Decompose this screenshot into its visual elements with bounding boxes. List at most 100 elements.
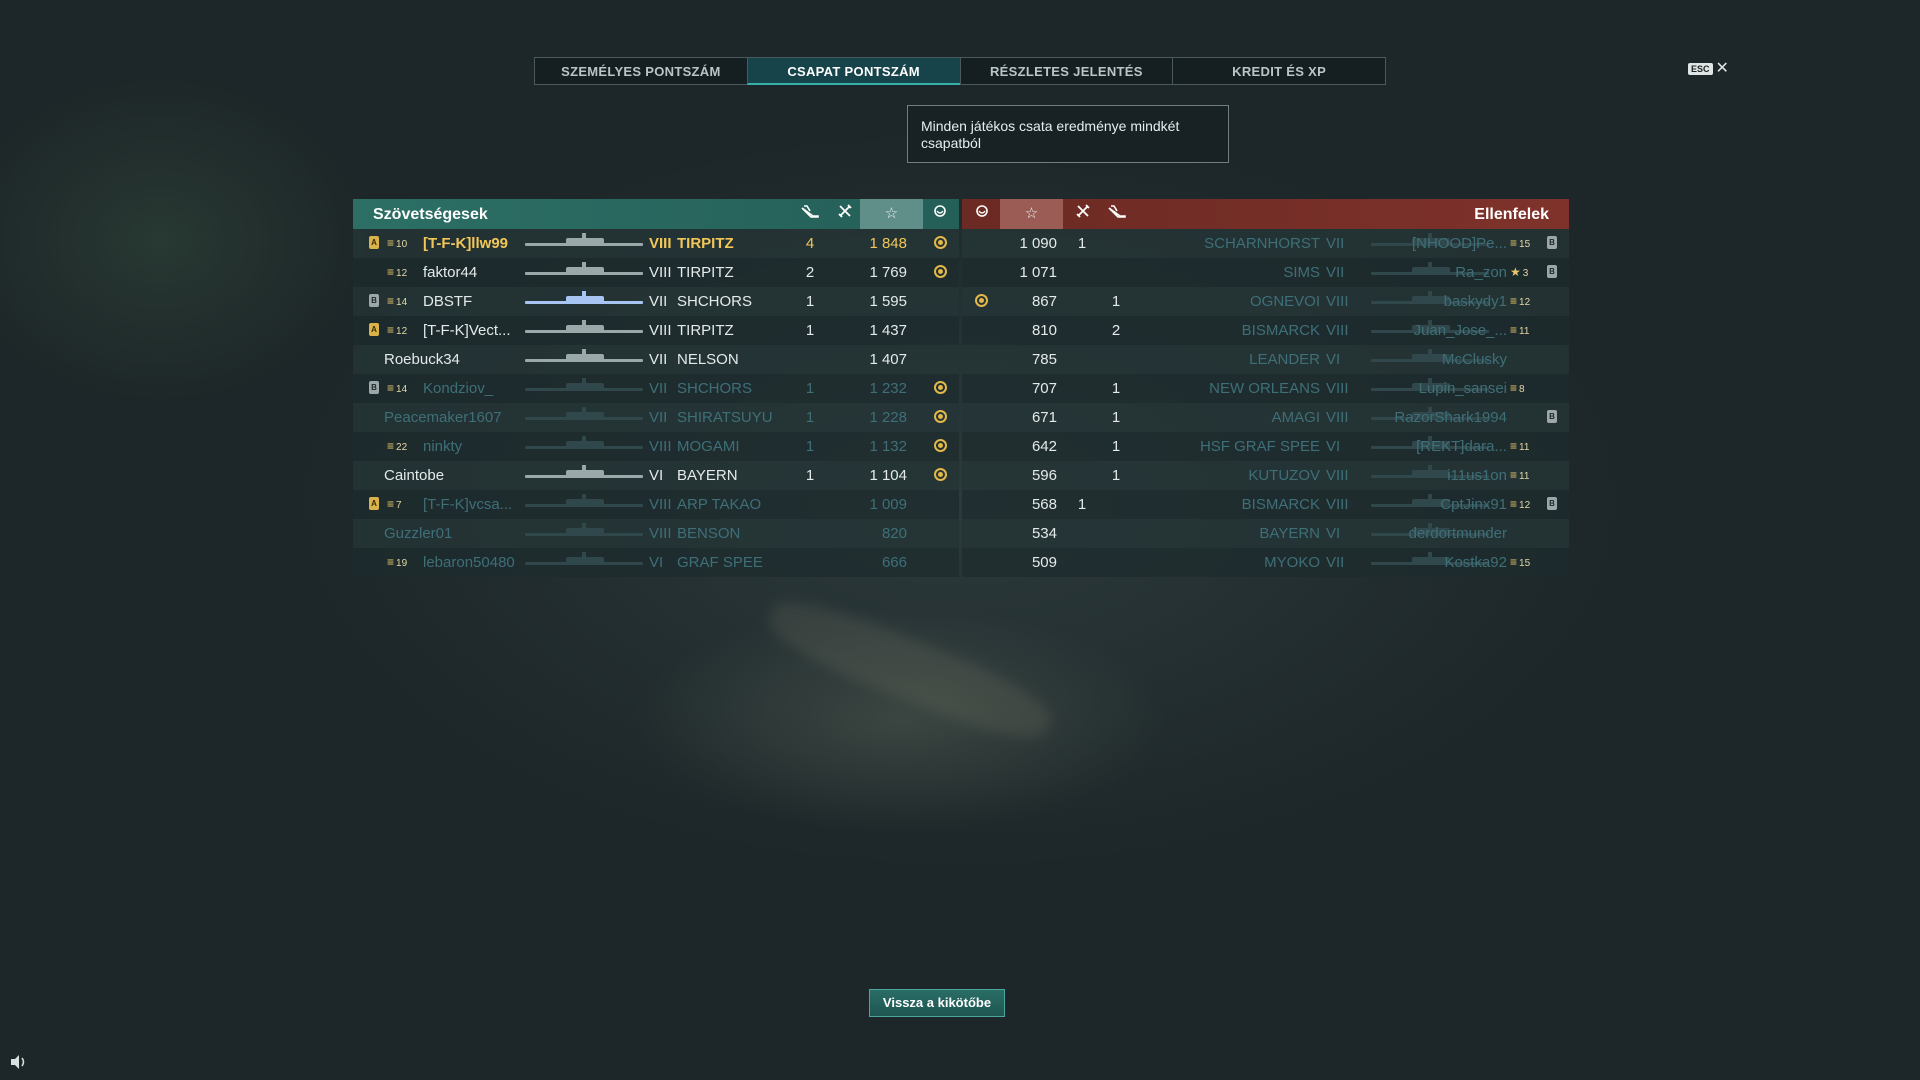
kills-value: 1 [805,293,815,310]
plane-kills-icon[interactable] [795,199,825,229]
player-name[interactable]: derdortmunder [1409,519,1507,548]
planes-value [1072,519,1092,548]
player-name[interactable]: [REKT]dara... [1416,432,1507,461]
achievement-icon[interactable] [975,294,988,307]
player-name[interactable]: i11us1on [1447,461,1507,490]
table-row: A ≡ 12 [T-F-K]Vect... VIII TIRPITZ 1 1 437 810 2 B… [353,316,1569,345]
ship-kills-icon[interactable] [1068,199,1098,229]
player-name[interactable]: lebaron50480 [423,548,515,577]
rank-badge: ★ 3 [1510,258,1528,287]
player-name[interactable]: Ra_zon [1455,258,1507,287]
rank-chevron-icon: ≡ [1510,468,1518,482]
kills-value [800,345,820,374]
player-name[interactable]: Roebuck34 [384,345,460,374]
kills-value: 1 [1111,380,1121,397]
achievement-icon[interactable] [967,199,997,229]
score-value: 1 090 [1019,235,1057,252]
rank-chevron-icon: ≡ [387,555,395,569]
kills-value [1106,490,1126,519]
rank-badge: ≡ 12 [1510,287,1530,316]
player-name[interactable]: Kostka92 [1444,548,1507,577]
player-name[interactable]: RazorShark1994 [1394,403,1507,432]
back-to-port-button[interactable]: Vissza a kikötőbe [869,989,1005,1017]
rank-badge: ≡ 11 [1510,461,1529,490]
tab-team-score[interactable]: CSAPAT PONTSZÁM [746,57,960,85]
player-name[interactable]: Caintobe [384,461,444,490]
player-name[interactable]: ninkty [423,432,462,461]
speaker-icon[interactable] [10,1054,28,1070]
player-name[interactable]: Peacemaker1607 [384,403,502,432]
kills-value: 4 [805,235,815,252]
star-icon[interactable]: ☆ [860,199,923,229]
kills-value: 1 [1111,409,1121,426]
clan-badge-icon: A [369,236,379,249]
ship-tier: VII [649,409,668,426]
ship-tier: VIII [649,496,672,513]
esc-close-button[interactable]: ESC ✕ [1688,61,1729,77]
tab-personal-score[interactable]: SZEMÉLYES PONTSZÁM [534,57,747,85]
player-name[interactable]: Juan_Jose_... [1414,316,1507,345]
star-icon[interactable]: ☆ [1000,199,1063,229]
score-value: 1 848 [869,235,907,252]
ship-silhouette [525,494,643,507]
player-name[interactable]: McClusky [1442,345,1507,374]
player-name[interactable]: [T-F-K]vcsa... [423,490,512,519]
player-name[interactable]: CptJinx91 [1440,490,1507,519]
ship-name: SHCHORS [677,380,753,397]
background-ship [759,585,1061,755]
rank-chevron-icon: ≡ [387,381,395,395]
tab-credits-xp[interactable]: KREDIT ÉS XP [1172,57,1386,85]
planes-value [1072,432,1092,461]
player-name[interactable]: Guzzler01 [384,519,452,548]
player-name[interactable]: Kondziov_ [423,374,493,403]
planes-value [1072,316,1092,345]
achievement-icon[interactable] [925,199,955,229]
rank-badge: ≡ 7 [387,490,402,519]
player-name[interactable]: [T-F-K]Vect... [423,316,511,345]
kills-value: 1 [1111,467,1121,484]
ship-silhouette [525,552,643,565]
ship-name: BISMARCK [1241,322,1320,339]
score-value: 1 132 [869,438,907,455]
table-row: A ≡ 7 [T-F-K]vcsa... VIII ARP TAKAO 1 009 568 1 B… [353,490,1569,519]
ship-tier: VIII [1326,496,1349,513]
rank-badge: ≡ 22 [387,432,407,461]
achievement-icon[interactable] [934,381,947,394]
allies-header: Szövetségesek ☆ [353,199,959,229]
plane-kills-icon[interactable] [1102,199,1132,229]
achievement-icon[interactable] [934,410,947,423]
tab-detailed-report[interactable]: RÉSZLETES JELENTÉS [959,57,1173,85]
player-name[interactable]: baskydy1 [1444,287,1507,316]
ship-name: KUTUZOV [1248,467,1320,484]
score-value: 534 [1031,525,1057,542]
score-value: 1 228 [869,409,907,426]
planes-value [1072,287,1092,316]
player-name[interactable]: DBSTF [423,287,472,316]
score-value: 1 437 [869,322,907,339]
rank-number: 15 [1519,558,1531,569]
rank-badge: ≡ 19 [387,548,407,577]
table-row: Roebuck34 VII NELSON 1 407 785 LEANDER VI McClu… [353,345,1569,374]
achievement-icon[interactable] [934,236,947,249]
clan-badge-icon: A [369,323,379,336]
rank-number: 10 [396,239,408,250]
achievement-icon[interactable] [934,265,947,278]
planes-value [1072,461,1092,490]
star-icon: ★ [1510,265,1521,279]
player-name[interactable]: [T-F-K]llw99 [423,229,508,258]
player-name[interactable]: [NHOOD]Pe... [1412,229,1507,258]
ship-name: MYOKO [1264,554,1320,571]
ship-name: HSF GRAF SPEE [1199,438,1320,455]
player-name[interactable]: Lupin_sansei [1419,374,1507,403]
kills-value [1106,548,1126,577]
ship-name: SIMS [1283,264,1320,281]
planes-value [1072,548,1092,577]
board-header: Szövetségesek ☆ ☆ Ellenfelek [353,199,1569,229]
ship-kills-icon[interactable] [830,199,860,229]
achievement-icon[interactable] [934,439,947,452]
score-value: 1 071 [1019,264,1057,281]
player-name[interactable]: faktor44 [423,258,477,287]
achievement-icon[interactable] [934,468,947,481]
ship-name: TIRPITZ [677,264,734,281]
kills-value: 2 [1111,322,1121,339]
